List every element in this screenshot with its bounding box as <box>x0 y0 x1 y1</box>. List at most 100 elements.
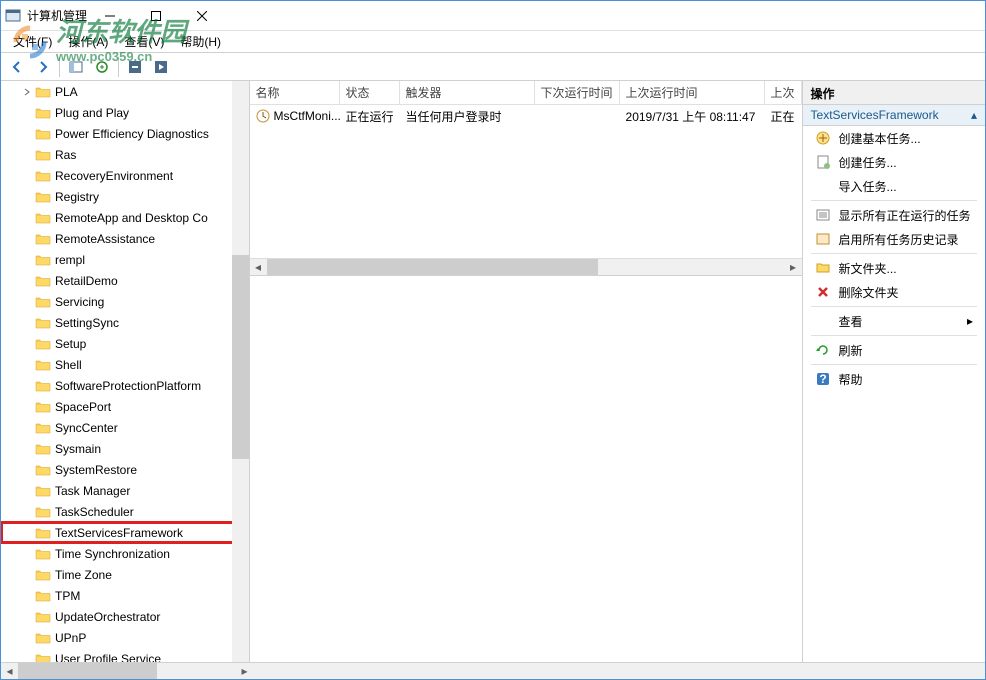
window-title: 计算机管理 <box>27 7 87 24</box>
tree-item-registry[interactable]: Registry <box>1 186 249 207</box>
delete-icon <box>815 284 831 300</box>
titlebar: 计算机管理 <box>1 1 985 31</box>
tree-item-ras[interactable]: Ras <box>1 144 249 165</box>
tree-item-user-profile-service[interactable]: User Profile Service <box>1 648 249 662</box>
detail-panel <box>250 276 802 662</box>
action-help[interactable]: ? 帮助 <box>803 367 985 391</box>
tree-item-shell[interactable]: Shell <box>1 354 249 375</box>
bottom-scrollbar-area: ◂ ▸ <box>1 662 985 679</box>
tree-item-label: SystemRestore <box>55 463 137 477</box>
table-row[interactable]: MsCtfMoni... 正在运行 当任何用户登录时 2019/7/31 上午 … <box>250 105 802 127</box>
action-import-task[interactable]: 导入任务... <box>803 174 985 198</box>
expander-icon[interactable] <box>21 86 33 98</box>
tree-horizontal-scrollbar[interactable]: ◂ ▸ <box>1 663 253 679</box>
col-name[interactable]: 名称 <box>250 81 340 104</box>
nav-forward-button[interactable] <box>31 55 55 79</box>
nav-back-button[interactable] <box>5 55 29 79</box>
action-show-running[interactable]: 显示所有正在运行的任务 <box>803 203 985 227</box>
tree-item-upnp[interactable]: UPnP <box>1 627 249 648</box>
list-header: 名称 状态 触发器 下次运行时间 上次运行时间 上次 <box>250 81 802 105</box>
toolbar-button-4[interactable] <box>149 55 173 79</box>
actions-separator <box>811 335 977 336</box>
col-nextrun[interactable]: 下次运行时间 <box>535 81 620 104</box>
tree-item-label: RecoveryEnvironment <box>55 169 173 183</box>
close-button[interactable] <box>179 1 225 31</box>
cell-nextrun <box>535 114 620 118</box>
col-triggers[interactable]: 触发器 <box>400 81 535 104</box>
tree-item-time-synchronization[interactable]: Time Synchronization <box>1 543 249 564</box>
tree-item-label: Power Efficiency Diagnostics <box>55 127 209 141</box>
svg-text:?: ? <box>819 372 826 386</box>
actions-separator <box>811 306 977 307</box>
tree-item-taskscheduler[interactable]: TaskScheduler <box>1 501 249 522</box>
action-delete-folder[interactable]: 删除文件夹 <box>803 280 985 304</box>
menu-help[interactable]: 帮助(H) <box>172 31 229 52</box>
tree-item-power-efficiency-diagnostics[interactable]: Power Efficiency Diagnostics <box>1 123 249 144</box>
cell-name: MsCtfMoni... <box>274 109 340 123</box>
action-refresh[interactable]: 刷新 <box>803 338 985 362</box>
action-enable-history[interactable]: 启用所有任务历史记录 <box>803 227 985 251</box>
tree-item-retaildemo[interactable]: RetailDemo <box>1 270 249 291</box>
toolbar-button-1[interactable] <box>64 55 88 79</box>
tree-item-tpm[interactable]: TPM <box>1 585 249 606</box>
cell-lastrun: 2019/7/31 上午 08:11:47 <box>620 106 765 127</box>
action-create-task[interactable]: 创建任务... <box>803 150 985 174</box>
tree-item-label: User Profile Service <box>55 652 161 663</box>
tree-item-label: TextServicesFramework <box>55 526 183 540</box>
tree-item-remoteapp-and-desktop-co[interactable]: RemoteApp and Desktop Co <box>1 207 249 228</box>
action-new-folder[interactable]: 新文件夹... <box>803 256 985 280</box>
menu-file[interactable]: 文件(F) <box>5 31 60 52</box>
new-folder-icon <box>815 260 831 276</box>
tree-item-label: PLA <box>55 85 78 99</box>
actions-separator <box>811 200 977 201</box>
tree-item-recoveryenvironment[interactable]: RecoveryEnvironment <box>1 165 249 186</box>
tree-item-settingsync[interactable]: SettingSync <box>1 312 249 333</box>
toolbar-button-2[interactable] <box>90 55 114 79</box>
tree-item-label: Servicing <box>55 295 104 309</box>
tree-item-label: Shell <box>55 358 82 372</box>
tree-item-systemrestore[interactable]: SystemRestore <box>1 459 249 480</box>
actions-separator <box>811 364 977 365</box>
tree-item-label: rempl <box>55 253 85 267</box>
action-create-basic-task[interactable]: 创建基本任务... <box>803 126 985 150</box>
tree-item-remoteassistance[interactable]: RemoteAssistance <box>1 228 249 249</box>
tree-panel[interactable]: PLA Plug and Play Power Efficiency Diagnos… <box>1 81 250 662</box>
menubar: 文件(F) 操作(A) 查看(V) 帮助(H) <box>1 31 985 53</box>
action-view[interactable]: 查看 ▸ <box>803 309 985 333</box>
tree-item-time-zone[interactable]: Time Zone <box>1 564 249 585</box>
tree-item-sysmain[interactable]: Sysmain <box>1 438 249 459</box>
task-list: 名称 状态 触发器 下次运行时间 上次运行时间 上次 MsCtfMoni... … <box>250 81 802 276</box>
tree-item-softwareprotectionplatform[interactable]: SoftwareProtectionPlatform <box>1 375 249 396</box>
actions-section-title[interactable]: TextServicesFramework ▴ <box>803 105 985 126</box>
wizard-icon <box>815 130 831 146</box>
tree-item-label: SpacePort <box>55 400 111 414</box>
tree-item-servicing[interactable]: Servicing <box>1 291 249 312</box>
list-horizontal-scrollbar[interactable]: ◂ ▸ <box>250 258 802 275</box>
tree-item-pla[interactable]: PLA <box>1 81 249 102</box>
col-lastrun[interactable]: 上次运行时间 <box>620 81 765 104</box>
minimize-button[interactable] <box>87 1 133 31</box>
actions-separator <box>811 253 977 254</box>
clock-icon <box>256 109 270 123</box>
tree-item-updateorchestrator[interactable]: UpdateOrchestrator <box>1 606 249 627</box>
maximize-button[interactable] <box>133 1 179 31</box>
tree-item-setup[interactable]: Setup <box>1 333 249 354</box>
tree-item-plug-and-play[interactable]: Plug and Play <box>1 102 249 123</box>
menu-view[interactable]: 查看(V) <box>116 31 172 52</box>
tree-item-textservicesframework[interactable]: TextServicesFramework <box>1 522 249 543</box>
cell-triggers: 当任何用户登录时 <box>400 106 535 127</box>
menu-action[interactable]: 操作(A) <box>60 31 116 52</box>
tree-item-label: RemoteApp and Desktop Co <box>55 211 208 225</box>
toolbar-button-3[interactable] <box>123 55 147 79</box>
tree-item-task-manager[interactable]: Task Manager <box>1 480 249 501</box>
tree-vertical-scrollbar[interactable] <box>232 81 249 662</box>
tree-item-rempl[interactable]: rempl <box>1 249 249 270</box>
tree-item-spaceport[interactable]: SpacePort <box>1 396 249 417</box>
tree-item-label: SoftwareProtectionPlatform <box>55 379 201 393</box>
toolbar-separator <box>118 57 119 77</box>
col-last[interactable]: 上次 <box>765 81 802 104</box>
history-icon <box>815 231 831 247</box>
cell-status: 正在运行 <box>340 106 400 127</box>
tree-item-synccenter[interactable]: SyncCenter <box>1 417 249 438</box>
col-status[interactable]: 状态 <box>340 81 400 104</box>
